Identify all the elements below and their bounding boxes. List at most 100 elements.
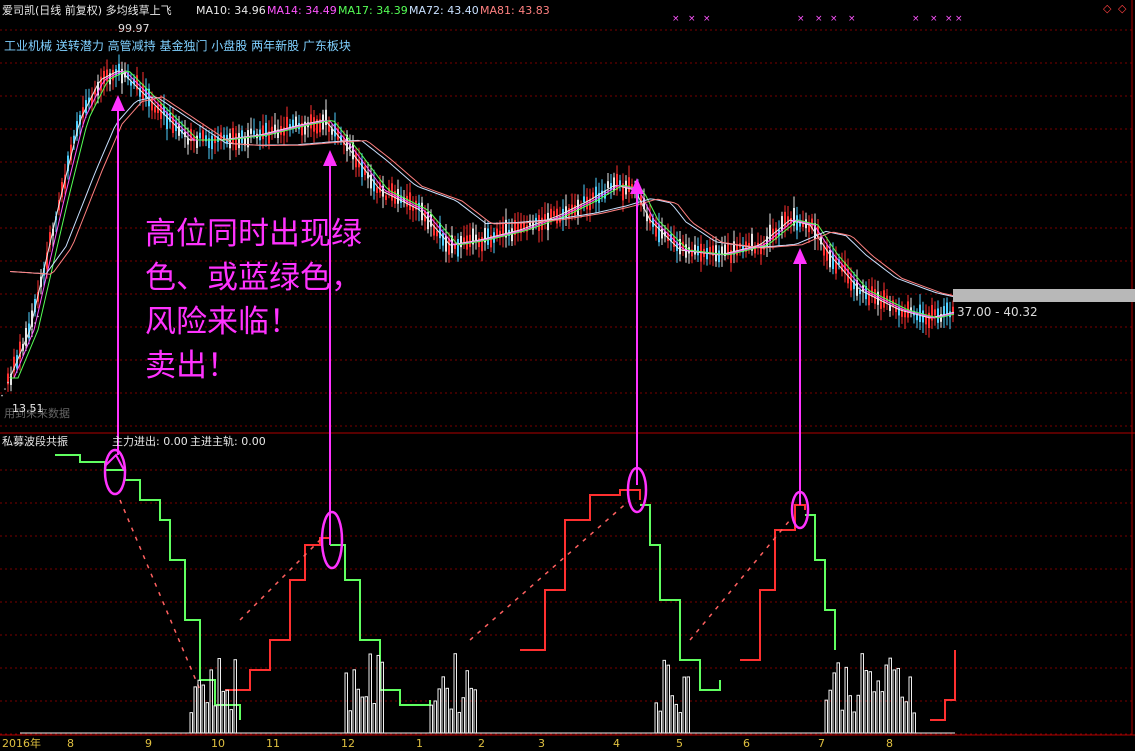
candle-body: [769, 224, 771, 241]
ramp-dot: [31, 328, 33, 331]
stock-title: 爱司凯(日线 前复权) 多均线草上飞: [2, 4, 172, 17]
ramp-dot: [37, 315, 39, 318]
volume-bar: [217, 658, 221, 734]
candle-body: [430, 214, 432, 227]
candle-body: [796, 215, 798, 231]
volume-bar: [461, 697, 465, 734]
signal-arrow-head: [323, 150, 337, 166]
volume-bar: [884, 664, 888, 734]
oscillator-fall-line: [805, 514, 836, 650]
volume-bar: [682, 676, 686, 734]
event-marker-icon: ×: [945, 14, 953, 24]
volume-bar: [872, 691, 876, 734]
candle-body: [658, 224, 660, 243]
low-price-label: 13.51: [12, 402, 44, 415]
candle-body: [385, 195, 387, 200]
candle-body: [655, 221, 657, 237]
candle-body: [232, 128, 234, 144]
concept-tags[interactable]: 工业机械 送转潜力 高管减持 基金独门 小盘股 两年新股 广东板块: [4, 40, 351, 53]
event-marker-icon: ×: [830, 14, 838, 24]
ramp-dot: [10, 375, 12, 377]
volume-bar: [896, 667, 900, 734]
volume-bar: [465, 670, 469, 734]
candle-body: [238, 133, 240, 149]
volume-bar: [828, 689, 832, 734]
candle-body: [457, 239, 459, 257]
sell-annotation: 高位同时出现绿 色、或蓝绿色， 风险来临！ 卖出！: [145, 212, 415, 388]
volume-bar: [368, 653, 372, 734]
volume-bar: [441, 676, 445, 734]
event-marker-icon: ×: [955, 14, 963, 24]
diamond-icon[interactable]: ◇: [1118, 2, 1126, 15]
candle-body: [718, 250, 720, 263]
candle-body: [106, 69, 108, 82]
volume-bar: [654, 702, 658, 734]
volume-bar: [686, 676, 690, 734]
candle-body: [361, 160, 363, 178]
volume-bar: [372, 703, 376, 734]
candle-body: [448, 238, 450, 255]
x-label-may: 5: [676, 737, 683, 750]
event-marker-icon: ×: [688, 14, 696, 24]
candle-body: [487, 228, 489, 245]
x-label-jun: 6: [743, 737, 750, 750]
volume-bar: [860, 653, 864, 734]
oscillator-signal-dash: [469, 499, 631, 641]
volume-bar: [429, 704, 433, 734]
candle-body: [376, 187, 378, 193]
candle-body: [196, 135, 198, 148]
volume-bar: [856, 694, 860, 734]
ramp-dot: [13, 368, 15, 371]
volume-bar: [360, 696, 364, 734]
x-label-year: 2016年: [2, 737, 41, 750]
candle-body: [499, 230, 501, 235]
candle-body: [469, 234, 471, 248]
volume-bar: [469, 687, 473, 734]
volume-bar: [864, 670, 868, 734]
ma17-label: MA17: 34.39: [338, 4, 408, 17]
main-flow-label: 主力进出: 0.00: [112, 435, 188, 448]
candle-body: [931, 305, 933, 321]
ma14-label: MA14: 34.49: [267, 4, 337, 17]
oscillator-rise-line: [740, 504, 806, 661]
signal-arrow-head: [793, 248, 807, 264]
candle-body: [292, 119, 294, 128]
x-label-mar: 3: [538, 737, 545, 750]
volume-bar: [352, 669, 356, 734]
volume-bar: [221, 690, 225, 734]
candle-body: [553, 211, 555, 216]
event-marker-icon: ×: [815, 14, 823, 24]
candle-body: [496, 228, 498, 236]
ma10-label: MA10: 34.96: [196, 4, 266, 17]
candle-body: [583, 196, 585, 202]
volume-bar: [678, 712, 682, 734]
volume-bar: [658, 710, 662, 734]
signal-highlight-ellipse: [320, 510, 344, 570]
volume-bar: [229, 709, 233, 734]
candle-body: [190, 129, 192, 142]
candle-body: [154, 106, 156, 113]
volume-bar: [457, 711, 461, 734]
oscillator-signal-dash: [239, 539, 321, 621]
volume-bar: [840, 709, 844, 734]
diamond-icon[interactable]: ◇: [1103, 2, 1111, 15]
candle-body: [934, 309, 936, 316]
annotation-line-1: 高位同时出现绿: [145, 216, 362, 252]
ramp-dot: [34, 322, 36, 324]
event-marker-icon: ×: [703, 14, 711, 24]
x-label-apr: 4: [613, 737, 620, 750]
annotation-line-4: 卖出！: [145, 348, 238, 384]
volume-bar: [197, 679, 201, 734]
volume-bar: [205, 702, 209, 734]
volume-bar: [449, 708, 453, 734]
candle-body: [697, 246, 699, 256]
candle-body: [736, 244, 738, 256]
volume-bar: [666, 664, 670, 734]
volume-bar: [437, 688, 441, 734]
volume-bar: [356, 688, 360, 734]
candle-body: [211, 135, 213, 150]
candle-body: [475, 234, 477, 241]
ramp-dot: [1, 394, 3, 397]
volume-bar: [193, 686, 197, 734]
volume-bar: [662, 659, 666, 734]
